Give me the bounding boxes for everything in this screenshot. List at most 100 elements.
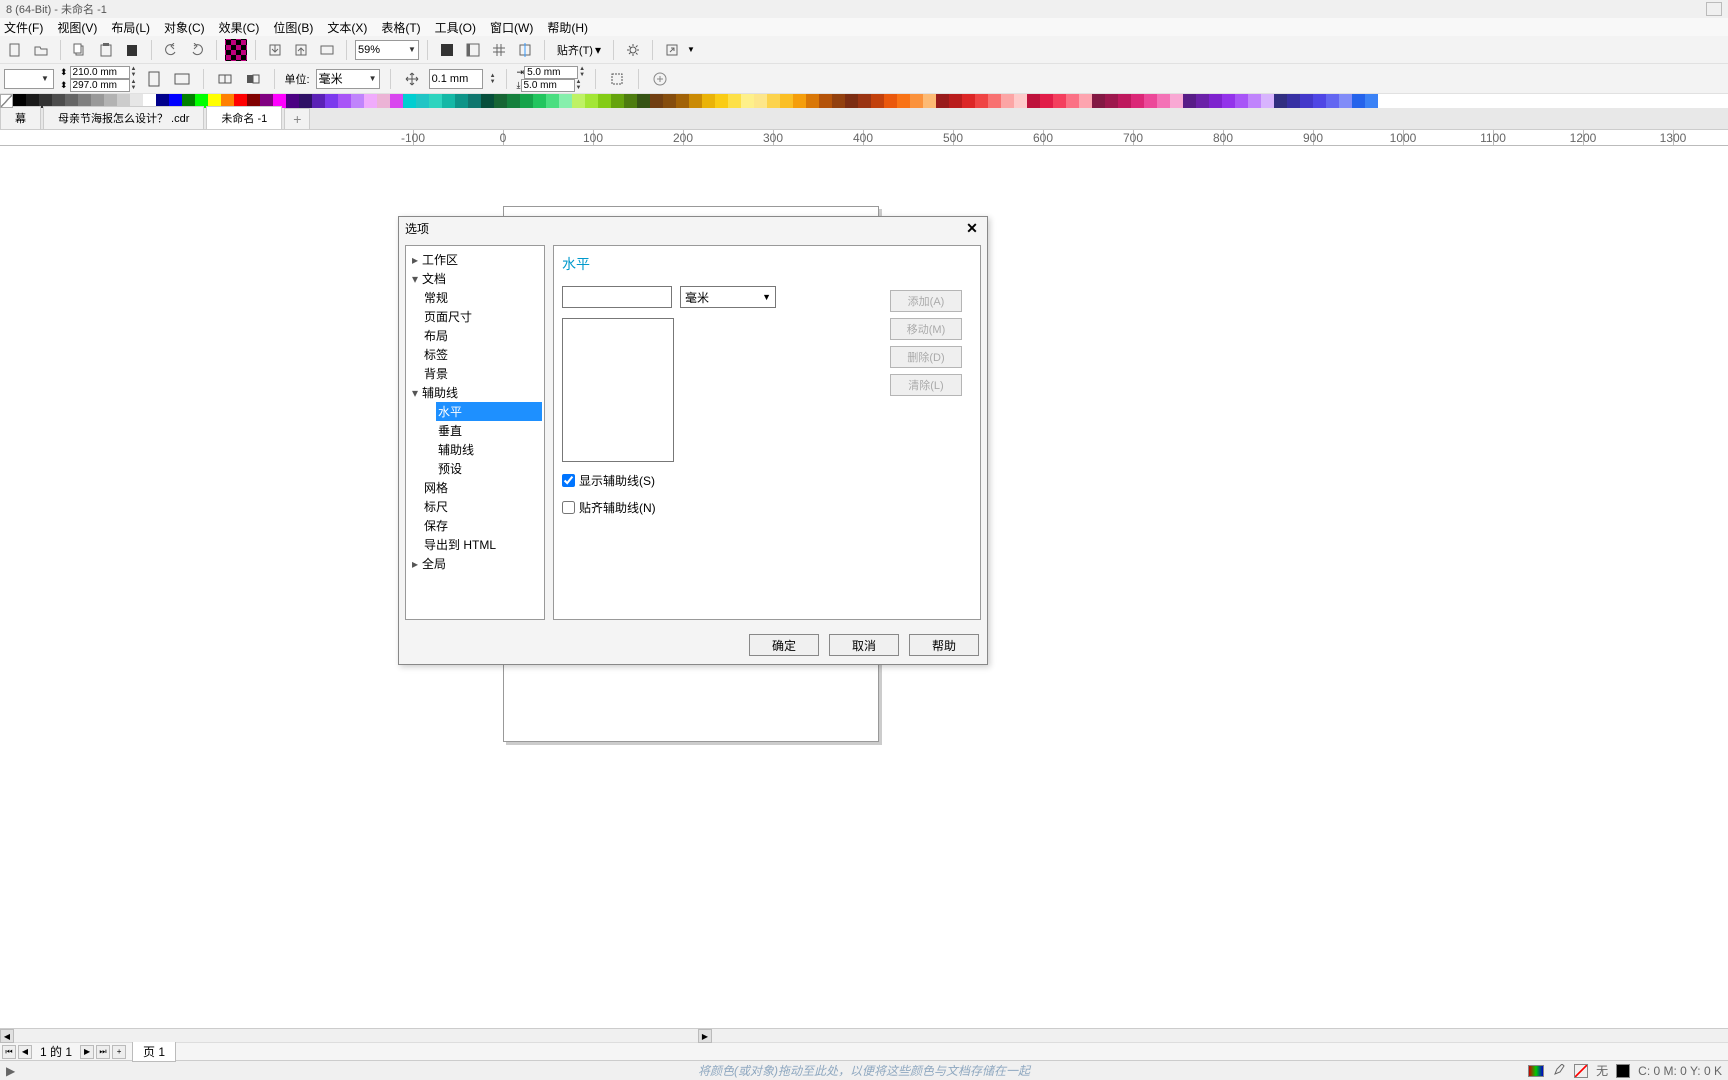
paste-icon[interactable] bbox=[95, 39, 117, 61]
color-swatch[interactable] bbox=[728, 94, 741, 108]
publish-icon[interactable] bbox=[316, 39, 338, 61]
help-button[interactable]: 帮助 bbox=[909, 634, 979, 656]
color-swatch[interactable] bbox=[572, 94, 585, 108]
color-swatch[interactable] bbox=[377, 94, 390, 108]
color-swatch[interactable] bbox=[910, 94, 923, 108]
tree-guidelines[interactable]: 辅助线 bbox=[436, 440, 542, 459]
color-swatch[interactable] bbox=[364, 94, 377, 108]
menu-table[interactable]: 表格(T) bbox=[381, 19, 420, 36]
color-swatch[interactable] bbox=[806, 94, 819, 108]
color-swatch[interactable] bbox=[533, 94, 546, 108]
canvas[interactable]: 选项 ✕ ▸工作区 ▾文档 常规 页面尺寸 布局 标签 背景 ▾辅助线 水平 垂… bbox=[0, 146, 1728, 1028]
color-swatch[interactable] bbox=[1287, 94, 1300, 108]
show-grid-icon[interactable] bbox=[488, 39, 510, 61]
spinner[interactable]: ▲▼ bbox=[131, 79, 137, 91]
color-swatch[interactable] bbox=[923, 94, 936, 108]
color-swatch[interactable] bbox=[1105, 94, 1118, 108]
color-swatch[interactable] bbox=[559, 94, 572, 108]
zoom-combo[interactable]: ▼ bbox=[355, 40, 419, 60]
tree-layout[interactable]: 布局 bbox=[422, 326, 542, 345]
color-swatch[interactable] bbox=[936, 94, 949, 108]
show-rulers-icon[interactable] bbox=[462, 39, 484, 61]
spinner[interactable]: ▲▼ bbox=[576, 79, 582, 91]
doc-tab-add[interactable]: + bbox=[284, 108, 310, 129]
color-swatch[interactable] bbox=[780, 94, 793, 108]
redo-icon[interactable] bbox=[186, 39, 208, 61]
color-swatch[interactable] bbox=[663, 94, 676, 108]
color-swatch[interactable] bbox=[702, 94, 715, 108]
color-swatch[interactable] bbox=[1079, 94, 1092, 108]
spinner[interactable]: ▲▼ bbox=[579, 66, 585, 78]
color-swatch[interactable] bbox=[1027, 94, 1040, 108]
guide-unit-select[interactable]: 毫米 ▼ bbox=[680, 286, 776, 308]
color-swatch[interactable] bbox=[767, 94, 780, 108]
options-tree[interactable]: ▸工作区 ▾文档 常规 页面尺寸 布局 标签 背景 ▾辅助线 水平 垂直 辅助线… bbox=[405, 245, 545, 620]
color-swatch[interactable] bbox=[676, 94, 689, 108]
launch-icon[interactable] bbox=[661, 39, 683, 61]
color-swatch[interactable] bbox=[624, 94, 637, 108]
color-swatch[interactable] bbox=[1170, 94, 1183, 108]
color-swatch[interactable] bbox=[507, 94, 520, 108]
color-swatch[interactable] bbox=[481, 94, 494, 108]
color-swatch[interactable] bbox=[585, 94, 598, 108]
color-swatch[interactable] bbox=[325, 94, 338, 108]
tree-workspace[interactable]: ▸工作区 bbox=[410, 250, 542, 269]
color-swatch[interactable] bbox=[1352, 94, 1365, 108]
show-guides-checkbox[interactable] bbox=[562, 474, 575, 487]
page-width-input[interactable] bbox=[70, 66, 130, 79]
color-swatch[interactable] bbox=[1326, 94, 1339, 108]
guide-position-input[interactable] bbox=[562, 286, 672, 308]
page-tab[interactable]: 页 1 bbox=[132, 1041, 176, 1062]
snap-guides-checkbox[interactable] bbox=[562, 501, 575, 514]
next-page-icon[interactable]: ▶ bbox=[80, 1045, 94, 1059]
zoom-input[interactable] bbox=[358, 44, 406, 56]
add-preset-icon[interactable] bbox=[649, 68, 671, 90]
nudge-input[interactable] bbox=[429, 69, 483, 89]
current-page-icon[interactable] bbox=[242, 68, 264, 90]
add-page-icon[interactable]: + bbox=[112, 1045, 126, 1059]
color-swatch[interactable] bbox=[312, 94, 325, 108]
color-swatch[interactable] bbox=[546, 94, 559, 108]
units-combo[interactable]: 毫米▼ bbox=[316, 69, 380, 89]
fullscreen-icon[interactable] bbox=[436, 39, 458, 61]
color-swatch[interactable] bbox=[949, 94, 962, 108]
color-swatch[interactable] bbox=[975, 94, 988, 108]
menu-bitmap[interactable]: 位图(B) bbox=[273, 19, 313, 36]
prev-page-icon[interactable]: ◀ bbox=[18, 1045, 32, 1059]
tree-preset[interactable]: 预设 bbox=[436, 459, 542, 478]
tree-page-size[interactable]: 页面尺寸 bbox=[422, 307, 542, 326]
color-swatch[interactable] bbox=[715, 94, 728, 108]
menu-text[interactable]: 文本(X) bbox=[327, 19, 367, 36]
page-preset-combo[interactable]: ▼ bbox=[4, 69, 54, 89]
guide-list[interactable] bbox=[562, 318, 674, 462]
cancel-button[interactable]: 取消 bbox=[829, 634, 899, 656]
color-swatch[interactable] bbox=[1300, 94, 1313, 108]
color-swatch[interactable] bbox=[1092, 94, 1105, 108]
snap-dropdown[interactable]: 贴齐(T) ▾ bbox=[553, 40, 605, 60]
color-swatch[interactable] bbox=[1313, 94, 1326, 108]
eyedropper-icon[interactable] bbox=[1552, 1064, 1566, 1078]
color-swatch[interactable] bbox=[1053, 94, 1066, 108]
color-swatch[interactable] bbox=[962, 94, 975, 108]
tree-vertical[interactable]: 垂直 bbox=[436, 421, 542, 440]
color-swatch[interactable] bbox=[611, 94, 624, 108]
menu-tools[interactable]: 工具(O) bbox=[435, 19, 476, 36]
tree-export-html[interactable]: 导出到 HTML bbox=[422, 535, 542, 554]
menu-help[interactable]: 帮助(H) bbox=[547, 19, 588, 36]
last-page-icon[interactable]: ⏭ bbox=[96, 1045, 110, 1059]
dup-y-input[interactable] bbox=[521, 79, 575, 92]
chevron-down-icon[interactable]: ▼ bbox=[687, 45, 695, 54]
options-icon[interactable] bbox=[622, 39, 644, 61]
close-icon[interactable]: ✕ bbox=[963, 220, 981, 237]
first-page-icon[interactable]: ⏮ bbox=[2, 1045, 16, 1059]
import-icon[interactable] bbox=[264, 39, 286, 61]
color-swatch[interactable] bbox=[442, 94, 455, 108]
show-guides-icon[interactable] bbox=[514, 39, 536, 61]
landscape-icon[interactable] bbox=[171, 68, 193, 90]
clipboard-icon[interactable] bbox=[121, 39, 143, 61]
color-swatch[interactable] bbox=[520, 94, 533, 108]
export-icon[interactable] bbox=[290, 39, 312, 61]
color-swatch[interactable] bbox=[416, 94, 429, 108]
color-swatch[interactable] bbox=[1144, 94, 1157, 108]
color-swatch[interactable] bbox=[845, 94, 858, 108]
